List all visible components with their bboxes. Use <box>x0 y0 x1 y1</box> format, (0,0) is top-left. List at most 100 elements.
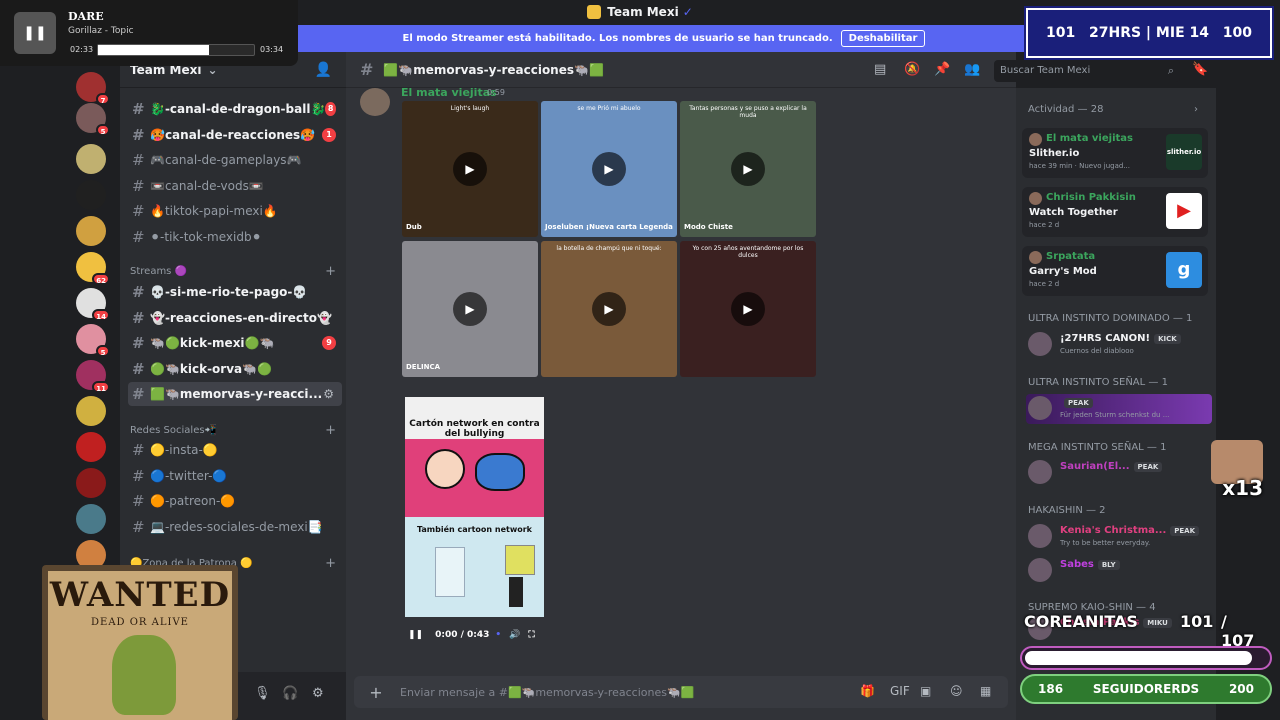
channel-item[interactable]: # 🟡-insta-🟡 <box>128 438 342 462</box>
channel-item[interactable]: # ⚫-tik-tok-mexidb⚫ <box>128 225 342 249</box>
activity-card[interactable]: Chrisin Pakkisin Watch Together hace 2 d ▶ <box>1022 187 1208 237</box>
user-avatar <box>1029 133 1042 146</box>
headphones-icon[interactable]: 🎧 <box>282 686 298 701</box>
server-icon-1[interactable]: 5 <box>76 103 110 136</box>
activity-card[interactable]: El mata viejitas Slither.io hace 39 min · … <box>1022 128 1208 178</box>
activity-user[interactable]: Chrisin Pakkisin <box>1046 192 1136 203</box>
mention-badge: 14 <box>92 309 110 321</box>
pin-icon[interactable]: 📌 <box>934 62 950 77</box>
message-author[interactable]: El mata viejitas <box>401 86 497 99</box>
track-artist: Gorillaz - Topic <box>68 26 134 36</box>
disable-streamer-button[interactable]: Deshabilitar <box>840 30 926 47</box>
add-member-icon[interactable]: 👤 <box>315 62 332 78</box>
pause-icon[interactable]: ❚❚ <box>14 12 56 54</box>
settings-gear-icon[interactable]: ⚙ <box>312 686 324 701</box>
stream-scoreboard: 101 27HRS | MIE 14 100 <box>1024 6 1274 60</box>
server-icon-10[interactable] <box>76 432 106 462</box>
fullscreen-icon[interactable]: ⛶ <box>528 630 534 640</box>
mention-badge: 11 <box>92 381 110 393</box>
server-icon-12[interactable] <box>76 504 106 534</box>
member-item[interactable]: Kenia's Christma... PEAK Try to be better … <box>1026 522 1212 552</box>
server-icon-5[interactable]: 62 <box>76 252 110 285</box>
media-tile[interactable]: la botella de champú que ni toqué: ▶ <box>541 241 677 377</box>
member-item[interactable]: Sabes BLY <box>1026 556 1212 586</box>
volume-icon[interactable]: 🔊 <box>509 630 520 640</box>
member-item[interactable]: Saurian(El... PEAK <box>1026 458 1212 488</box>
media-tile[interactable]: Tantas personas y se puso a explicar la … <box>680 101 816 237</box>
server-icon-3[interactable] <box>76 180 106 210</box>
server-icon-4[interactable] <box>76 216 106 246</box>
server-icon-6[interactable]: 14 <box>76 288 110 321</box>
member-list-icon[interactable]: 👥 <box>964 62 980 77</box>
member-name-row: Saurian(El... PEAK <box>1060 461 1163 472</box>
track-title: DARE <box>68 10 104 23</box>
channel-item[interactable]: # 🔥tiktok-papi-mexi🔥 <box>128 199 342 223</box>
member-name: Sabes <box>1060 559 1094 570</box>
grinch-face-image <box>112 635 176 715</box>
play-icon[interactable]: ▶ <box>731 152 765 186</box>
pause-icon[interactable]: ❚❚ <box>408 630 423 640</box>
chevron-right-icon[interactable]: › <box>1194 104 1198 115</box>
member-tag: KICK <box>1154 334 1181 344</box>
search-input[interactable]: Buscar Team Mexi ⌕ <box>994 60 1180 82</box>
server-icon-8[interactable]: 11 <box>76 360 110 393</box>
message-author-avatar[interactable] <box>360 88 390 116</box>
media-tile[interactable]: se me Prió mi abuelo Joseluben ¡Nueva car… <box>541 101 677 237</box>
subs-goal-label: COREANITAS 101 / 107 <box>1024 610 1264 650</box>
channel-item[interactable]: # 🐃🟢kick-mexi🟢🐃 9 <box>128 331 342 355</box>
activity-user[interactable]: El mata viejitas <box>1046 133 1133 144</box>
add-channel-icon[interactable]: + <box>325 423 336 438</box>
video-player[interactable]: Cartón network en contra del bullying Ta… <box>405 397 544 617</box>
mention-badge: 9 <box>322 336 336 350</box>
channel-item[interactable]: # 🟠-patreon-🟠 <box>128 489 342 513</box>
play-icon[interactable]: ▶ <box>592 152 626 186</box>
channel-item[interactable]: # 💀-si-me-rio-te-pago-💀 <box>128 280 342 304</box>
verified-icon: ✓ <box>682 5 693 19</box>
media-player-overlay: ❚❚ DARE Gorillaz - Topic 02:33 03:34 <box>0 0 298 66</box>
channel-item[interactable]: # 🟩🐃memorvas-y-reacci... ⚙ <box>128 382 342 406</box>
channel-item[interactable]: # 🟢🐃kick-orva🐃🟢 <box>128 357 342 381</box>
mention-badge: 62 <box>92 273 110 285</box>
add-channel-icon[interactable]: + <box>325 264 336 279</box>
play-icon[interactable]: ▶ <box>453 152 487 186</box>
channel-item[interactable]: # 🔵-twitter-🔵 <box>128 464 342 488</box>
channel-item[interactable]: # 👻-reacciones-en-directo👻 <box>128 306 342 330</box>
server-icon-7[interactable]: 5 <box>76 324 110 357</box>
threads-icon[interactable]: ▤ <box>874 62 886 77</box>
attach-plus-icon[interactable]: + <box>366 683 386 702</box>
add-channel-icon[interactable]: + <box>325 556 336 571</box>
server-icon-2[interactable] <box>76 144 106 174</box>
sticker-icon[interactable]: ▣ <box>920 684 931 698</box>
video-time: 0:00 / 0:43 <box>435 630 490 640</box>
channel-item[interactable]: # 🎮canal-de-gameplays🎮 <box>128 148 342 172</box>
channel-title: 🟩🐃memorvas-y-reacciones🐃🟩 <box>383 62 604 77</box>
gear-icon[interactable]: ⚙ <box>323 387 334 401</box>
play-icon[interactable]: ▶ <box>453 292 487 326</box>
emoji-icon[interactable]: ☺ <box>950 684 963 698</box>
media-tile[interactable]: DELINCA ▶ <box>402 241 538 377</box>
play-icon[interactable]: ▶ <box>592 292 626 326</box>
channel-item[interactable]: # 🐉-canal-de-dragon-ball🐉 8 <box>128 97 342 121</box>
server-icon-11[interactable] <box>76 468 106 498</box>
member-item[interactable]: ¡27HRS CANON! KICK Cuernos del diablooo <box>1026 330 1212 360</box>
mute-bell-icon[interactable]: 🔕 <box>904 62 920 77</box>
activity-user[interactable]: Srpatata <box>1046 251 1095 262</box>
media-tile[interactable]: Light's laugh Dub ▶ <box>402 101 538 237</box>
channel-item[interactable]: # 🥵canal-de-reacciones🥵 1 <box>128 123 342 147</box>
microphone-icon[interactable]: 🎙 <box>254 686 271 701</box>
activity-card[interactable]: Srpatata Garry's Mod hace 2 d g <box>1022 246 1208 296</box>
category-streams[interactable]: Streams 🟣 + <box>130 264 336 279</box>
media-tile[interactable]: Yo con 25 años aventandome por los dulce… <box>680 241 816 377</box>
gif-icon[interactable]: GIF <box>890 684 910 698</box>
inbox-icon[interactable]: 🔖 <box>1192 62 1208 77</box>
apps-icon[interactable]: ▦ <box>980 684 991 698</box>
play-icon[interactable]: ▶ <box>731 292 765 326</box>
server-icon-0[interactable]: 7 <box>76 72 110 105</box>
category-social[interactable]: Redes Sociales📲 + <box>130 423 336 438</box>
channel-item[interactable]: # 📼canal-de-vods📼 <box>128 174 342 198</box>
channel-name: 💀-si-me-rio-te-pago-💀 <box>150 285 308 299</box>
server-icon-9[interactable] <box>76 396 106 426</box>
gift-icon[interactable]: 🎁 <box>860 684 875 698</box>
member-item[interactable]: PEAK Für jeden Sturm schenkst du ... <box>1026 394 1212 424</box>
channel-item[interactable]: # 💻-redes-sociales-de-mexi📑 <box>128 515 342 539</box>
